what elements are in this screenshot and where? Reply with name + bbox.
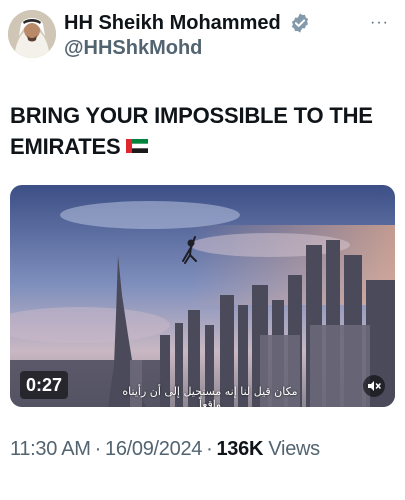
uae-flag-icon xyxy=(126,139,149,154)
author-display-name[interactable]: HH Sheikh Mohammed xyxy=(64,10,281,36)
verified-badge-icon[interactable] xyxy=(289,12,311,34)
author-handle[interactable]: @HHShkMohd xyxy=(64,36,311,60)
tweet-time[interactable]: 11:30 AM xyxy=(10,438,91,460)
meta-separator: · xyxy=(94,438,102,460)
tweet-text-content: BRING YOUR IMPOSSIBLE TO THE EMIRATES xyxy=(10,103,373,159)
more-options-icon[interactable]: ··· xyxy=(370,14,389,32)
video-duration: 0:27 xyxy=(20,371,69,399)
views-label: Views xyxy=(268,438,320,460)
tweet-meta: 11:30 AM · 16/09/2024 · 136K Views xyxy=(10,436,320,462)
avatar[interactable] xyxy=(8,10,56,58)
tweet-text: BRING YOUR IMPOSSIBLE TO THE EMIRATES xyxy=(10,100,390,162)
mute-glyph xyxy=(368,381,381,391)
video-player[interactable]: 0:27 مكان قيل لنا إنه مستحيل إلى أن رأين… xyxy=(10,185,395,407)
speaker-muted-icon[interactable] xyxy=(363,375,385,397)
views-count: 136K xyxy=(216,438,264,460)
tweet-date[interactable]: 16/09/2024 xyxy=(105,438,202,460)
tweet-header: HH Sheikh Mohammed @HHShkMohd ··· xyxy=(8,10,397,62)
profile-photo-icon xyxy=(8,10,56,58)
author-names: HH Sheikh Mohammed @HHShkMohd xyxy=(64,10,311,60)
meta-separator: · xyxy=(206,438,213,460)
video-subtitle: مكان قيل لنا إنه مستحيل إلى أن رأيناه وا… xyxy=(122,385,298,407)
